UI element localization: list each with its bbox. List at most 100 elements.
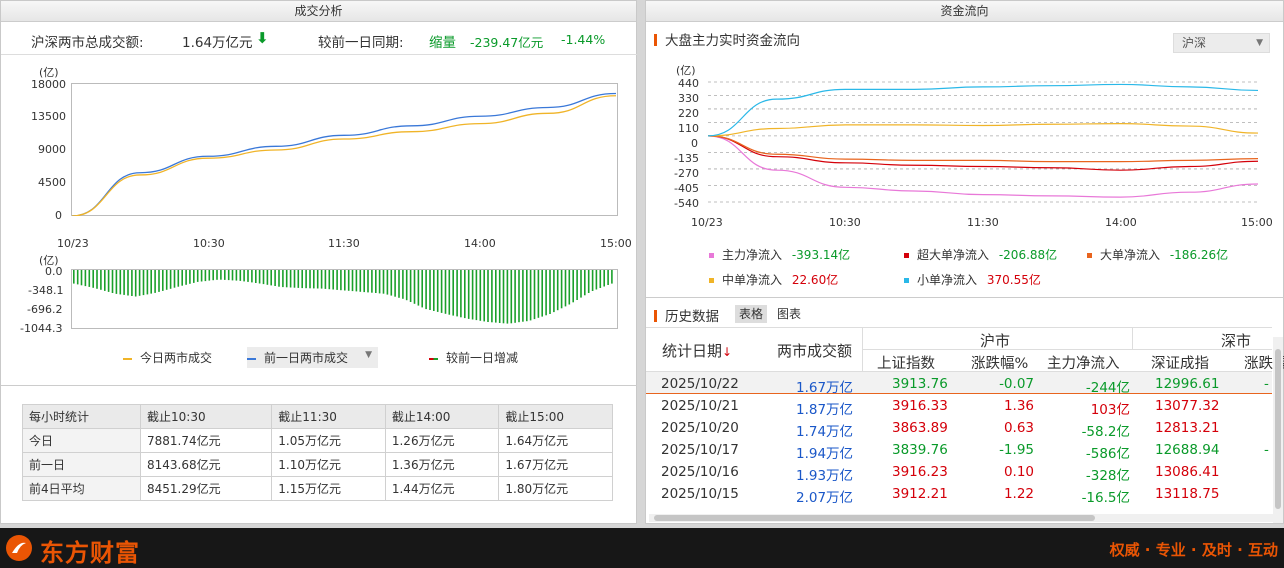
diff-bar — [417, 270, 420, 306]
cell-sz-index: 12688.94 — [1155, 442, 1220, 458]
diff-bar — [448, 270, 451, 315]
y-tick: 0.0 — [45, 265, 63, 278]
cell-sh-flow: -328亿 — [1085, 468, 1130, 484]
diff-bar — [162, 270, 164, 291]
diff-bar — [111, 270, 114, 293]
diff-bar — [560, 270, 563, 309]
x-tick: 10:30 — [829, 216, 861, 229]
y-tick: 4500 — [38, 176, 66, 189]
scrollbar-thumb[interactable] — [1275, 349, 1281, 509]
diff-bar — [580, 270, 582, 298]
flow-legend-super-large[interactable]: 超大单净流入 -206.88亿 — [904, 246, 1057, 263]
col-sz-index[interactable]: 深证成指 — [1151, 352, 1209, 373]
y-tick: -696.2 — [27, 303, 63, 316]
cell-sz-index: 13086.41 — [1155, 464, 1220, 480]
horizontal-scrollbar[interactable] — [649, 514, 1274, 522]
legend-swatch — [1087, 253, 1092, 258]
diff-bar — [193, 270, 195, 283]
flow-legend-small[interactable]: 小单净流入 370.55亿 — [904, 271, 1041, 288]
diff-bar — [138, 270, 141, 296]
col-turnover-header[interactable]: 两市成交额 — [777, 340, 852, 361]
panel-title: 资金流向 — [646, 1, 1283, 22]
diff-bar — [134, 270, 137, 297]
diff-bar — [479, 270, 482, 321]
diff-bar — [119, 270, 122, 295]
market-select-value: 沪深 — [1182, 36, 1207, 50]
sort-arrow-icon: ↓ — [722, 345, 733, 359]
diff-bar — [227, 270, 230, 281]
cell-date: 2025/10/17 — [661, 442, 739, 458]
cell-sh-flow: -586亿 — [1085, 446, 1130, 462]
legend-diff[interactable]: 较前一日增减 — [429, 349, 518, 366]
divider — [1132, 327, 1133, 349]
y-tick: 220 — [678, 107, 699, 120]
col-sh-index[interactable]: 上证指数 — [877, 352, 935, 373]
legend-prev[interactable]: 前一日两市成交 ▼ — [247, 347, 379, 368]
diff-bar — [131, 270, 133, 296]
diff-bar — [177, 270, 180, 287]
diff-bar — [405, 270, 408, 301]
diff-bar — [518, 270, 520, 323]
col-sh-flow[interactable]: 主力净流入 — [1047, 352, 1120, 373]
chevron-down-icon: ▼ — [365, 350, 373, 360]
y-tick: -135 — [674, 152, 699, 165]
cell-date: 2025/10/20 — [661, 420, 739, 436]
cell-sh-index: 3912.21 — [892, 486, 948, 502]
section-marker — [654, 310, 657, 322]
legend-label: 前一日两市成交 — [264, 351, 349, 365]
table-header-cell: 截止14:00 — [384, 404, 500, 429]
diff-bar — [224, 270, 226, 280]
x-tick: 15:00 — [1241, 216, 1273, 229]
x-tick: 11:30 — [967, 216, 999, 229]
market-select[interactable]: 沪深 ▼ — [1173, 33, 1270, 53]
diff-bar — [282, 270, 284, 288]
chart-frame — [71, 83, 618, 216]
diff-bar — [313, 270, 315, 289]
vertical-scrollbar[interactable] — [1273, 337, 1283, 523]
table-header-cell: 截止11:30 — [271, 404, 386, 429]
cell-turnover: 1.67万亿 — [796, 380, 854, 396]
flow-legend-main[interactable]: 主力净流入 -393.14亿 — [709, 246, 850, 263]
compare-label: 较前一日同期: — [318, 35, 404, 51]
y-tick: 13500 — [31, 110, 66, 123]
diff-bar — [115, 270, 118, 294]
col-date-header[interactable]: 统计日期↓ — [662, 340, 732, 361]
y-tick: 0 — [55, 209, 62, 222]
tab-chart[interactable]: 图表 — [773, 305, 805, 323]
diff-bar — [591, 270, 594, 291]
legend-label: 小单净流入 — [917, 273, 978, 287]
scrollbar-thumb[interactable] — [654, 515, 1095, 521]
flow-section-title: 大盘主力实时资金流向 — [654, 29, 800, 49]
diff-bar — [220, 270, 222, 280]
col-sh-change[interactable]: 涨跌幅% — [971, 352, 1028, 373]
tab-table[interactable]: 表格 — [735, 305, 768, 323]
diff-bar — [154, 270, 156, 293]
diff-bar — [611, 270, 613, 284]
cell-sh-index: 3916.33 — [892, 398, 948, 414]
diff-bar — [196, 270, 199, 282]
turnover-analysis-panel: 成交分析 沪深两市总成交额: 1.64万亿元 ⬇ 较前一日同期: 缩量 -239… — [0, 0, 637, 524]
legend-today[interactable]: 今日两市成交 — [123, 349, 212, 366]
diff-bar — [502, 270, 505, 324]
diff-bar — [104, 270, 106, 291]
x-tick: 10/23 — [57, 237, 89, 250]
history-title-label: 历史数据 — [665, 309, 719, 325]
diff-bar — [84, 270, 87, 287]
diff-bar — [568, 270, 571, 305]
diff-bar — [239, 270, 242, 281]
hourly-stats-table: 每小时统计 截止10:30 截止11:30 截止14:00 截止15:00 今日… — [22, 404, 613, 501]
diff-bar — [320, 270, 323, 289]
table-cell: 1.10万亿元 — [271, 452, 386, 477]
flow-legend-large[interactable]: 大单净流入 -186.26亿 — [1087, 246, 1228, 263]
cell-sh-change: -1.95 — [999, 442, 1034, 458]
flow-legend-medium[interactable]: 中单净流入 22.60亿 — [709, 271, 838, 288]
table-cell: 1.80万亿元 — [498, 476, 613, 501]
diff-bar — [444, 270, 447, 314]
cell-sh-index: 3839.76 — [892, 442, 948, 458]
diff-bar — [386, 270, 389, 295]
diff-bar — [409, 270, 412, 302]
diff-bar — [216, 270, 218, 280]
diff-bar — [204, 270, 207, 282]
table-cell: 1.15万亿元 — [271, 476, 386, 501]
y-tick: -540 — [674, 197, 699, 210]
